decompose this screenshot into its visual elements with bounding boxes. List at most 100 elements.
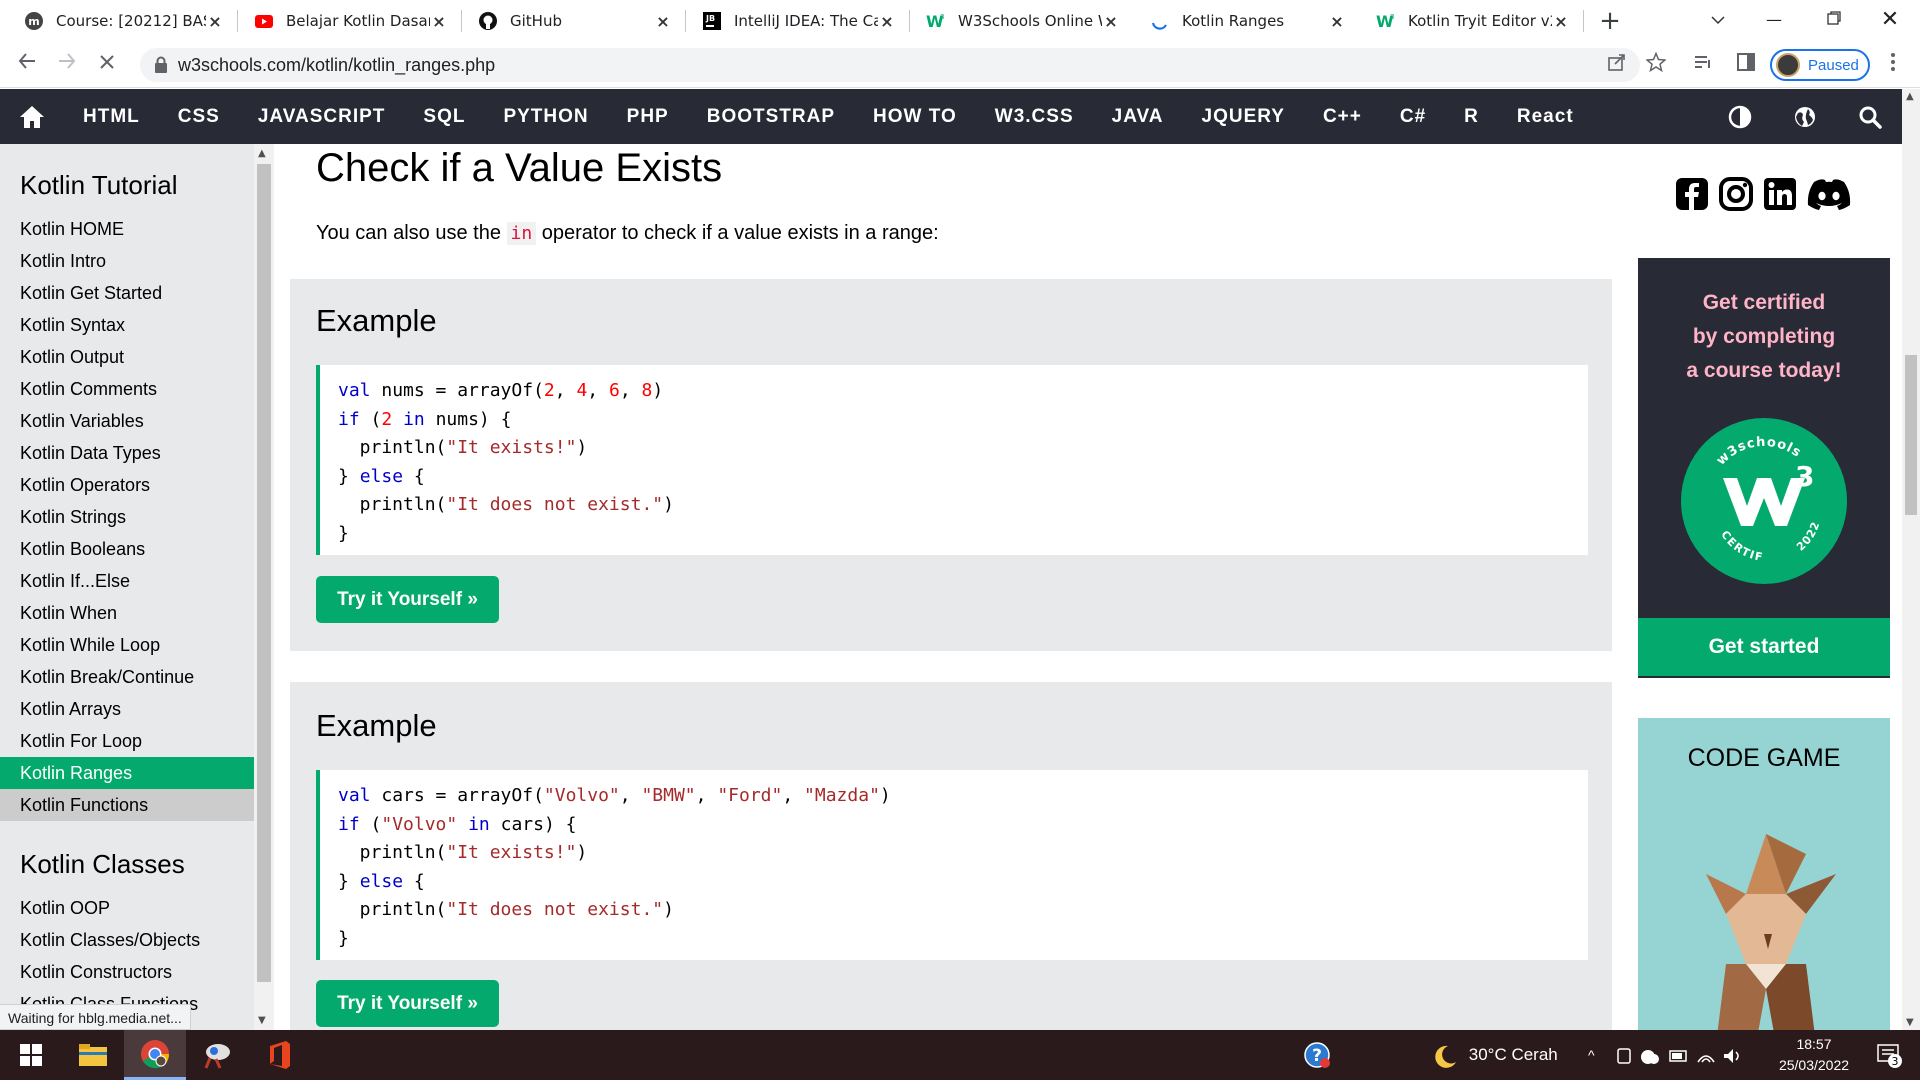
sidebar-item-kotlin-variables[interactable]: Kotlin Variables (0, 405, 254, 437)
sidebar-item-kotlin-oop[interactable]: Kotlin OOP (0, 892, 254, 924)
topnav-link-jquery[interactable]: JQUERY (1183, 89, 1304, 144)
sidebar-item-kotlin-constructors[interactable]: Kotlin Constructors (0, 956, 254, 988)
action-center-button[interactable]: 3 (1858, 1030, 1920, 1080)
close-window-button[interactable]: ✕ (1860, 0, 1920, 40)
browser-tab-course[interactable]: m Course: [20212] BASIS × (8, 0, 236, 42)
topnav-link-javascript[interactable]: JAVASCRIPT (239, 89, 405, 144)
taskbar-file-explorer[interactable] (62, 1030, 124, 1080)
sidebar-item-kotlin-functions[interactable]: Kotlin Functions (0, 789, 254, 821)
scrollbar-thumb[interactable] (257, 164, 271, 982)
tray-overflow-button[interactable]: ^ (1588, 1030, 1595, 1080)
close-icon[interactable]: × (206, 12, 224, 31)
sidebar-item-kotlin-operators[interactable]: Kotlin Operators (0, 469, 254, 501)
topnav-link-python[interactable]: PYTHON (484, 89, 607, 144)
sidebar-item-kotlin-if-else[interactable]: Kotlin If...Else (0, 565, 254, 597)
topnav-link-bootstrap[interactable]: BOOTSTRAP (688, 89, 854, 144)
try-it-yourself-button[interactable]: Try it Yourself » (316, 576, 499, 623)
try-it-yourself-button[interactable]: Try it Yourself » (316, 980, 499, 1027)
taskbar-app[interactable] (186, 1030, 248, 1080)
forward-button[interactable] (52, 50, 82, 80)
minimize-button[interactable]: — (1744, 0, 1804, 40)
browser-tab-w3schools[interactable]: W3 W3Schools Online We × (910, 0, 1132, 42)
browser-tab-youtube[interactable]: Belajar Kotlin Dasar - × (238, 0, 460, 42)
sidebar-item-kotlin-strings[interactable]: Kotlin Strings (0, 501, 254, 533)
close-icon[interactable]: × (654, 12, 672, 31)
close-icon[interactable]: × (1552, 12, 1570, 31)
stop-loading-button[interactable] (92, 50, 122, 80)
sidebar-item-kotlin-booleans[interactable]: Kotlin Booleans (0, 533, 254, 565)
scrollbar-thumb[interactable] (1905, 355, 1917, 515)
topnav-link-c-[interactable]: C# (1381, 89, 1445, 144)
code-game-ad[interactable]: CODE GAME (1638, 718, 1890, 1044)
topnav-link-java[interactable]: JAVA (1093, 89, 1183, 144)
topnav-link-css[interactable]: CSS (159, 89, 239, 144)
page-scrollbar[interactable]: ▲ ▼ (1902, 89, 1920, 1030)
address-bar[interactable]: w3schools.com/kotlin/kotlin_ranges.php (140, 48, 1640, 82)
share-button[interactable] (1604, 52, 1630, 78)
close-icon[interactable]: × (1328, 12, 1346, 31)
close-icon[interactable]: × (1102, 12, 1120, 31)
taskbar-office[interactable] (248, 1030, 310, 1080)
browser-tab-intellij[interactable]: JB IntelliJ IDEA: The Capa × (686, 0, 908, 42)
sidebar-item-kotlin-arrays[interactable]: Kotlin Arrays (0, 693, 254, 725)
notification-count: 3 (1892, 1055, 1899, 1068)
sidebar-scrollbar[interactable]: ▲ ▼ (254, 144, 274, 1030)
restore-icon (1827, 11, 1841, 25)
browser-menu-button[interactable] (1880, 52, 1906, 78)
start-button[interactable] (0, 1030, 62, 1080)
linkedin-icon[interactable] (1762, 176, 1798, 212)
scroll-down-icon[interactable]: ▼ (258, 1015, 266, 1026)
topnav-link-c-[interactable]: C++ (1304, 89, 1381, 144)
reading-list-button[interactable] (1690, 52, 1716, 78)
language-button[interactable] (1772, 89, 1837, 144)
topnav-link-html[interactable]: HTML (64, 89, 159, 144)
topnav-link-php[interactable]: PHP (608, 89, 688, 144)
taskbar-chrome[interactable] (124, 1030, 186, 1080)
side-panel-button[interactable] (1733, 52, 1759, 78)
get-started-button[interactable]: Get started (1638, 618, 1890, 676)
new-tab-button[interactable]: + (1594, 6, 1626, 38)
help-tray-button[interactable]: ? (1286, 1030, 1348, 1080)
tab-search-button[interactable] (1688, 0, 1748, 40)
sidebar-item-kotlin-classes-objects[interactable]: Kotlin Classes/Objects (0, 924, 254, 956)
sidebar-item-kotlin-intro[interactable]: Kotlin Intro (0, 245, 254, 277)
sidebar-item-kotlin-comments[interactable]: Kotlin Comments (0, 373, 254, 405)
close-icon[interactable]: × (878, 12, 896, 31)
search-button[interactable] (1837, 89, 1902, 144)
sidebar-item-kotlin-ranges[interactable]: Kotlin Ranges (0, 757, 254, 789)
browser-tab-tryit[interactable]: W3 Kotlin Tryit Editor v2.0 × (1360, 0, 1582, 42)
scroll-down-icon[interactable]: ▼ (1906, 1017, 1914, 1028)
instagram-icon[interactable] (1718, 176, 1754, 212)
sidebar-item-kotlin-break-continue[interactable]: Kotlin Break/Continue (0, 661, 254, 693)
weather-widget[interactable]: 30°C Cerah (1432, 1030, 1558, 1080)
topnav-link-react[interactable]: React (1498, 89, 1593, 144)
scroll-up-icon[interactable]: ▲ (1906, 91, 1914, 102)
sidebar-item-kotlin-home[interactable]: Kotlin HOME (0, 213, 254, 245)
back-button[interactable] (12, 50, 42, 80)
topnav-link-w3-css[interactable]: W3.CSS (976, 89, 1093, 144)
system-clock[interactable]: 18:57 25/03/2022 (1764, 1034, 1864, 1076)
sidebar-item-kotlin-while-loop[interactable]: Kotlin While Loop (0, 629, 254, 661)
maximize-button[interactable] (1804, 0, 1864, 40)
discord-icon[interactable] (1806, 176, 1852, 212)
bookmark-button[interactable] (1643, 51, 1669, 78)
certification-ad[interactable]: Get certified by completing a course tod… (1638, 258, 1890, 678)
close-icon[interactable]: × (430, 12, 448, 31)
tab-title: GitHub (510, 12, 562, 30)
topnav-link-r[interactable]: R (1445, 89, 1498, 144)
sidebar-item-kotlin-output[interactable]: Kotlin Output (0, 341, 254, 373)
sidebar-item-kotlin-when[interactable]: Kotlin When (0, 597, 254, 629)
facebook-icon[interactable] (1674, 176, 1710, 212)
topnav-link-how-to[interactable]: HOW TO (854, 89, 976, 144)
topnav-link-sql[interactable]: SQL (404, 89, 484, 144)
browser-tab-kotlin-ranges[interactable]: Kotlin Ranges × (1134, 0, 1358, 42)
sidebar-item-kotlin-for-loop[interactable]: Kotlin For Loop (0, 725, 254, 757)
scroll-up-icon[interactable]: ▲ (258, 148, 266, 159)
profile-button[interactable]: Paused (1770, 49, 1870, 81)
sidebar-item-kotlin-syntax[interactable]: Kotlin Syntax (0, 309, 254, 341)
sidebar-item-kotlin-get-started[interactable]: Kotlin Get Started (0, 277, 254, 309)
theme-toggle-button[interactable] (1707, 89, 1772, 144)
sidebar-item-kotlin-data-types[interactable]: Kotlin Data Types (0, 437, 254, 469)
browser-tab-github[interactable]: GitHub × (462, 0, 684, 42)
home-button[interactable] (0, 89, 64, 144)
